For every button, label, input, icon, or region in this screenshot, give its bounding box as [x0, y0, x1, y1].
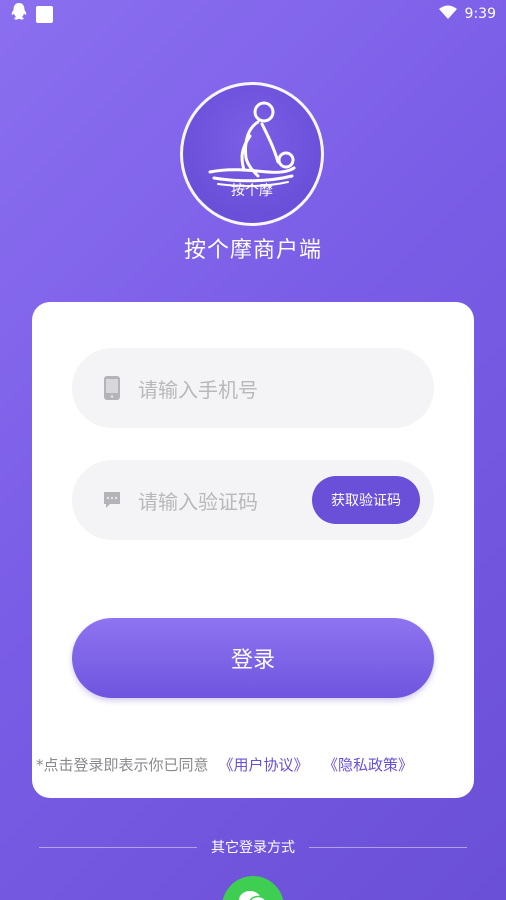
- status-bar: 9:39: [0, 0, 506, 28]
- other-login-divider: 其它登录方式: [0, 836, 506, 858]
- phone-icon: [102, 375, 122, 401]
- divider-line-left: [39, 846, 197, 848]
- wechat-login-button[interactable]: [222, 876, 284, 900]
- divider-line-right: [309, 846, 467, 848]
- logo-text: 按个摩: [231, 183, 273, 199]
- app-logo: 按个摩: [180, 82, 324, 226]
- notification-square-icon: [36, 5, 53, 23]
- get-code-button[interactable]: 获取验证码: [312, 476, 420, 524]
- phone-input[interactable]: 请输入手机号: [138, 374, 258, 403]
- login-button[interactable]: 登录: [72, 618, 434, 698]
- wifi-icon: [438, 5, 457, 23]
- code-input[interactable]: 请输入验证码: [138, 486, 258, 515]
- massage-logo-icon: 按个摩: [188, 90, 316, 218]
- status-time: 9:39: [464, 6, 496, 22]
- code-field[interactable]: 请输入验证码 获取验证码: [72, 460, 434, 540]
- login-card: 请输入手机号 请输入验证码 获取验证码 登录 *点击登录即表示你已同意 《用户协议…: [32, 302, 474, 798]
- status-left: [10, 2, 53, 26]
- phone-field[interactable]: 请输入手机号: [72, 348, 434, 428]
- agreement-prefix: *点击登录即表示你已同意: [36, 756, 209, 774]
- status-right: 9:39: [438, 5, 496, 23]
- other-login-label: 其它登录方式: [211, 840, 295, 856]
- app-title: 按个摩商户端: [183, 238, 322, 263]
- agreement-text: *点击登录即表示你已同意 《用户协议》 《隐私政策》: [36, 754, 474, 775]
- privacy-policy-link[interactable]: 《隐私政策》: [331, 756, 414, 774]
- qq-icon: [10, 2, 28, 26]
- wechat-icon: [238, 890, 268, 900]
- user-agreement-link[interactable]: 《用户协议》: [219, 756, 309, 774]
- message-icon: [102, 487, 122, 513]
